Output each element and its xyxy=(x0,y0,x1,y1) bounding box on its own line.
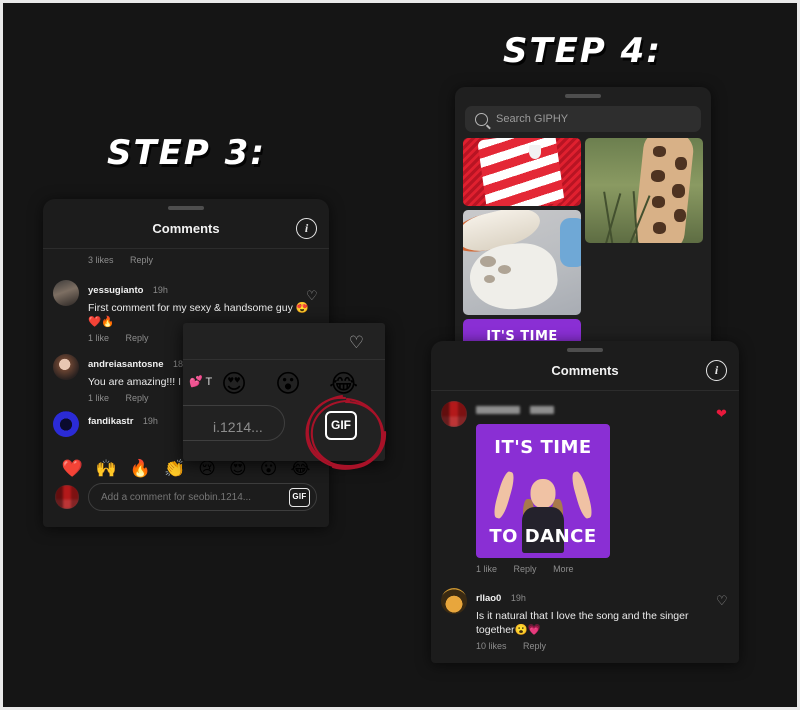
heart-icon[interactable]: ♡ xyxy=(306,289,319,302)
comment-timestamp: 19h xyxy=(152,285,168,295)
giphy-search-placeholder: Search GIPHY xyxy=(496,113,569,125)
avatar[interactable] xyxy=(441,401,467,427)
giphy-search-bar[interactable]: Search GIPHY xyxy=(465,106,701,132)
current-user-avatar xyxy=(55,485,79,509)
gif-result-giraffe[interactable] xyxy=(585,138,703,243)
emoji-heart-eyes[interactable]: 😍 xyxy=(221,369,247,398)
comment-composer: Add a comment for seobin.1214... GIF xyxy=(43,477,329,523)
comments-header: Comments i xyxy=(43,210,329,249)
comment-reply[interactable]: Reply xyxy=(523,641,546,651)
divider xyxy=(183,359,385,360)
comment-username[interactable]: yessugianto xyxy=(88,285,143,296)
comment-reply[interactable]: Reply xyxy=(514,564,537,574)
comment-row[interactable]: rllao0 19h Is it natural that I love the… xyxy=(431,578,739,655)
likes-count: 3 likes xyxy=(88,255,114,265)
screenshot-canvas: STEP 3: STEP 4: Comments i 3 likes Reply… xyxy=(0,0,800,710)
search-icon xyxy=(475,112,488,126)
emoji-clap[interactable]: 👏 xyxy=(164,459,185,479)
emoji-joy[interactable]: 😂 xyxy=(329,369,358,398)
giphy-picker-sheet: Search GIPHY IT'S TIME xyxy=(455,87,711,352)
comments-sheet-step4: Comments i IT'S TIME TO DANCE 1 like Rep… xyxy=(431,341,739,663)
posted-gif[interactable]: IT'S TIME TO DANCE xyxy=(476,424,610,558)
comment-username-redacted xyxy=(476,401,729,419)
gif-text-bottom: TO DANCE xyxy=(489,526,597,548)
comment-input-placeholder: Add a comment for seobin.1214... xyxy=(101,491,252,503)
emoji-heart[interactable]: ❤️ xyxy=(62,459,83,479)
comments-title: Comments xyxy=(152,221,220,236)
avatar[interactable] xyxy=(441,588,467,614)
comments-title: Comments xyxy=(551,363,619,378)
comment-reply[interactable]: Reply xyxy=(126,333,149,343)
comment-more[interactable]: More xyxy=(553,564,574,574)
info-icon[interactable]: i xyxy=(706,360,727,381)
heart-icon[interactable]: ♡ xyxy=(349,333,364,353)
gif-button-zoomed[interactable]: GIF xyxy=(325,411,357,440)
emoji-raised-hands[interactable]: 🙌 xyxy=(96,459,117,479)
step-3-heading: STEP 3: xyxy=(107,133,266,173)
heart-icon[interactable]: ♡ xyxy=(716,594,729,607)
emoji-fire[interactable]: 🔥 xyxy=(130,459,151,479)
comment-likes[interactable]: 10 likes xyxy=(476,641,507,651)
comment-timestamp: 19h xyxy=(510,593,526,603)
comment-username[interactable]: fandikastr xyxy=(88,416,133,427)
emoji-heart-eyes[interactable]: 😍 xyxy=(229,459,247,479)
comment-input[interactable]: Add a comment for seobin.1214... GIF xyxy=(88,483,317,511)
emoji-cry[interactable]: 😢 xyxy=(198,459,216,479)
comment-text: Is it natural that I love the song and t… xyxy=(476,610,689,636)
zoomed-detail-overlay: ♡ 💕 T 😍 😮 😂 i.1214... GIF xyxy=(183,323,385,461)
sheet-grabber[interactable] xyxy=(565,94,601,98)
comment-row-gif[interactable]: IT'S TIME TO DANCE 1 like Reply More ❤ xyxy=(431,391,739,578)
avatar[interactable] xyxy=(53,280,79,306)
comment-username[interactable]: andreiasantosne xyxy=(88,359,164,370)
gif-button[interactable]: GIF xyxy=(289,487,310,507)
comment-reply[interactable]: Reply xyxy=(126,393,149,403)
info-icon[interactable]: i xyxy=(296,218,317,239)
comments-header: Comments i xyxy=(431,352,739,391)
comment-likes[interactable]: 1 like xyxy=(88,393,109,403)
heart-icon-filled[interactable]: ❤ xyxy=(716,407,729,420)
overlay-trailing-text: 💕 T xyxy=(189,376,213,388)
reply-button[interactable]: Reply xyxy=(130,255,153,265)
gif-result-jersey[interactable] xyxy=(463,138,581,206)
emoji-joy[interactable]: 😂 xyxy=(291,459,311,479)
comment-timestamp: 19h xyxy=(142,416,158,426)
comment-likes[interactable]: 1 like xyxy=(88,333,109,343)
gif-text-top: IT'S TIME xyxy=(486,328,558,344)
comment-likes[interactable]: 1 like xyxy=(476,564,497,574)
comment-username[interactable]: rllao0 xyxy=(476,593,501,604)
comment-input-placeholder-fragment: i.1214... xyxy=(213,419,263,435)
step-4-heading: STEP 4: xyxy=(503,31,662,71)
gif-result-cat[interactable] xyxy=(463,210,581,315)
emoji-surprised[interactable]: 😮 xyxy=(275,369,301,398)
avatar[interactable] xyxy=(53,411,79,437)
giphy-results-grid: IT'S TIME TO DANCE xyxy=(455,138,711,352)
avatar[interactable] xyxy=(53,354,79,380)
previous-comment-meta: 3 likes Reply xyxy=(43,249,329,273)
gif-text-top: IT'S TIME xyxy=(494,437,592,459)
emoji-surprised[interactable]: 😮 xyxy=(260,459,278,479)
